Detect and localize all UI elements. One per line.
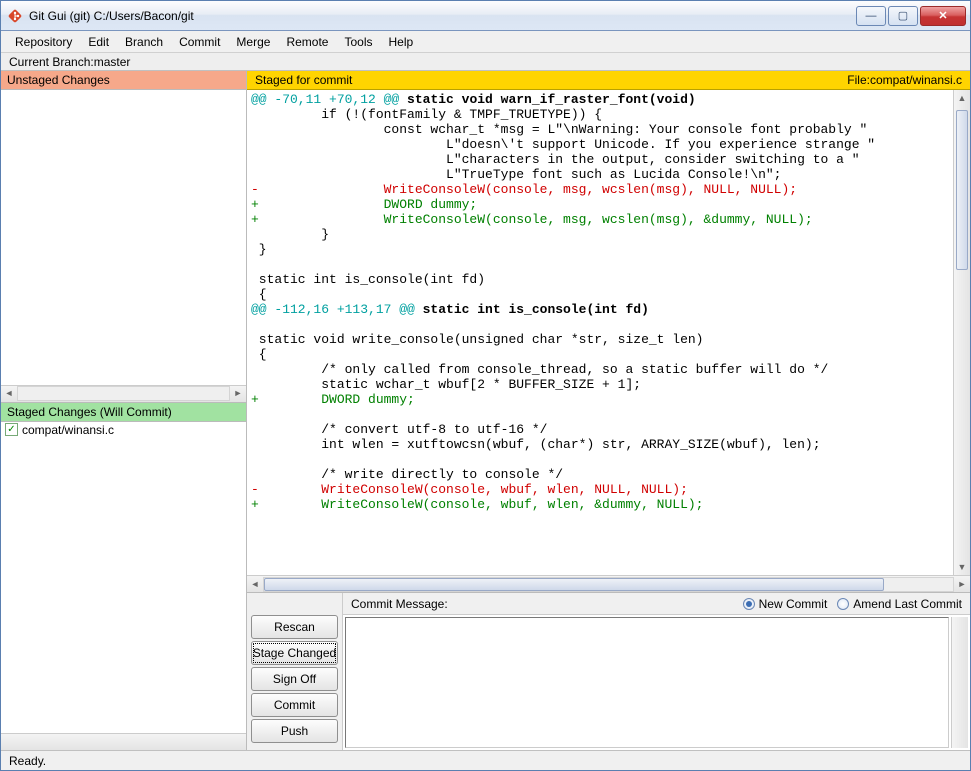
status-bar: Ready. <box>1 750 970 770</box>
menu-repository[interactable]: Repository <box>7 33 80 51</box>
menu-edit[interactable]: Edit <box>80 33 117 51</box>
window-title: Git Gui (git) C:/Users/Bacon/git <box>29 9 856 23</box>
menu-merge[interactable]: Merge <box>228 33 278 51</box>
diff-line[interactable] <box>251 257 951 272</box>
diff-line[interactable]: + DWORD dummy; <box>251 392 951 407</box>
scroll-left-icon[interactable]: ◄ <box>247 576 263 591</box>
staged-header: Staged Changes (Will Commit) <box>1 403 246 422</box>
branch-line: Current Branch: master <box>1 53 970 71</box>
diff-view[interactable]: @@ -70,11 +70,12 @@ static void warn_if_… <box>247 90 953 575</box>
scroll-left-icon[interactable]: ◄ <box>1 386 17 401</box>
commit-button[interactable]: Commit <box>251 693 338 717</box>
diff-line[interactable]: /* convert utf-8 to utf-16 */ <box>251 422 951 437</box>
unstaged-list[interactable]: ◄ ► <box>1 90 246 403</box>
sign-off-button[interactable]: Sign Off <box>251 667 338 691</box>
radio-new-commit-label: New Commit <box>759 597 828 611</box>
menu-remote[interactable]: Remote <box>278 33 336 51</box>
menu-help[interactable]: Help <box>380 33 421 51</box>
diff-file-name: compat/winansi.c <box>870 73 962 87</box>
scroll-right-icon[interactable]: ► <box>954 576 970 591</box>
diff-line[interactable]: if (!(fontFamily & TMPF_TRUETYPE)) { <box>251 107 951 122</box>
unstaged-header: Unstaged Changes <box>1 71 246 90</box>
staged-list[interactable]: ✓ compat/winansi.c <box>1 422 246 734</box>
radio-amend-commit[interactable]: Amend Last Commit <box>837 597 962 611</box>
diff-line[interactable]: { <box>251 347 951 362</box>
menu-commit[interactable]: Commit <box>171 33 228 51</box>
scroll-up-icon[interactable]: ▲ <box>954 90 970 106</box>
branch-name: master <box>94 55 131 69</box>
diff-line[interactable]: L"TrueType font such as Lucida Console!\… <box>251 167 951 182</box>
diff-line[interactable]: + DWORD dummy; <box>251 197 951 212</box>
commit-section: Rescan Stage Changed Sign Off Commit Pus… <box>247 592 970 750</box>
staged-hscroll[interactable] <box>1 733 246 750</box>
diff-line[interactable] <box>251 317 951 332</box>
menu-tools[interactable]: Tools <box>336 33 380 51</box>
diff-line[interactable]: - WriteConsoleW(console, wbuf, wlen, NUL… <box>251 482 951 497</box>
branch-label-prefix: Current Branch: <box>9 55 94 69</box>
diff-line[interactable]: @@ -70,11 +70,12 @@ static void warn_if_… <box>251 92 951 107</box>
diff-line[interactable]: static wchar_t wbuf[2 * BUFFER_SIZE + 1]… <box>251 377 951 392</box>
close-button[interactable]: ✕ <box>920 6 966 26</box>
title-bar: Git Gui (git) C:/Users/Bacon/git — ▢ ✕ <box>1 1 970 31</box>
diff-line[interactable]: L"characters in the output, consider swi… <box>251 152 951 167</box>
diff-line[interactable] <box>251 452 951 467</box>
menu-branch[interactable]: Branch <box>117 33 171 51</box>
status-text: Ready. <box>9 754 46 768</box>
diff-line[interactable] <box>251 407 951 422</box>
staged-file-row[interactable]: ✓ compat/winansi.c <box>1 422 246 438</box>
diff-line[interactable]: static int is_console(int fd) <box>251 272 951 287</box>
commit-msg-vscroll[interactable] <box>951 617 968 748</box>
commit-topbar: Commit Message: New Commit Amend Last Co… <box>343 593 970 615</box>
diff-line[interactable]: + WriteConsoleW(console, wbuf, wlen, &du… <box>251 497 951 512</box>
check-icon: ✓ <box>5 423 18 436</box>
diff-line[interactable]: { <box>251 287 951 302</box>
diff-line[interactable]: } <box>251 242 951 257</box>
commit-buttons: Rescan Stage Changed Sign Off Commit Pus… <box>247 593 343 750</box>
diff-line[interactable]: int wlen = xutftowcsn(wbuf, (char*) str,… <box>251 437 951 452</box>
left-column: Unstaged Changes ◄ ► Staged Changes (Wil… <box>1 71 247 750</box>
scroll-down-icon[interactable]: ▼ <box>954 559 970 575</box>
diff-line[interactable]: } <box>251 227 951 242</box>
diff-line[interactable]: L"doesn\'t support Unicode. If you exper… <box>251 137 951 152</box>
right-column: Staged for commit File: compat/winansi.c… <box>247 71 970 750</box>
scroll-right-icon[interactable]: ► <box>230 386 246 401</box>
hscroll-thumb[interactable] <box>264 578 884 591</box>
push-button[interactable]: Push <box>251 719 338 743</box>
commit-message-input[interactable] <box>345 617 949 748</box>
menu-bar: Repository Edit Branch Commit Merge Remo… <box>1 31 970 53</box>
commit-message-label: Commit Message: <box>351 597 448 611</box>
rescan-button[interactable]: Rescan <box>251 615 338 639</box>
unstaged-hscroll[interactable]: ◄ ► <box>1 385 246 402</box>
scroll-thumb[interactable] <box>956 110 968 270</box>
diff-hscroll[interactable]: ◄ ► <box>247 575 970 592</box>
stage-changed-button[interactable]: Stage Changed <box>251 641 338 665</box>
minimize-button[interactable]: — <box>856 6 886 26</box>
diff-line[interactable]: /* only called from console_thread, so a… <box>251 362 951 377</box>
diff-line[interactable]: const wchar_t *msg = L"\nWarning: Your c… <box>251 122 951 137</box>
diff-line[interactable]: - WriteConsoleW(console, msg, wcslen(msg… <box>251 182 951 197</box>
staged-file-name: compat/winansi.c <box>22 423 114 437</box>
diff-vscroll[interactable]: ▲ ▼ <box>953 90 970 575</box>
git-icon <box>7 8 23 24</box>
diff-line[interactable]: @@ -112,16 +113,17 @@ static int is_cons… <box>251 302 951 317</box>
radio-amend-commit-label: Amend Last Commit <box>853 597 962 611</box>
diff-header: Staged for commit File: compat/winansi.c <box>247 71 970 90</box>
diff-line[interactable]: /* write directly to console */ <box>251 467 951 482</box>
diff-header-left: Staged for commit <box>255 73 352 87</box>
diff-line[interactable]: + WriteConsoleW(console, msg, wcslen(msg… <box>251 212 951 227</box>
radio-new-commit[interactable]: New Commit <box>743 597 828 611</box>
diff-file-prefix: File: <box>847 73 870 87</box>
maximize-button[interactable]: ▢ <box>888 6 918 26</box>
diff-line[interactable]: static void write_console(unsigned char … <box>251 332 951 347</box>
